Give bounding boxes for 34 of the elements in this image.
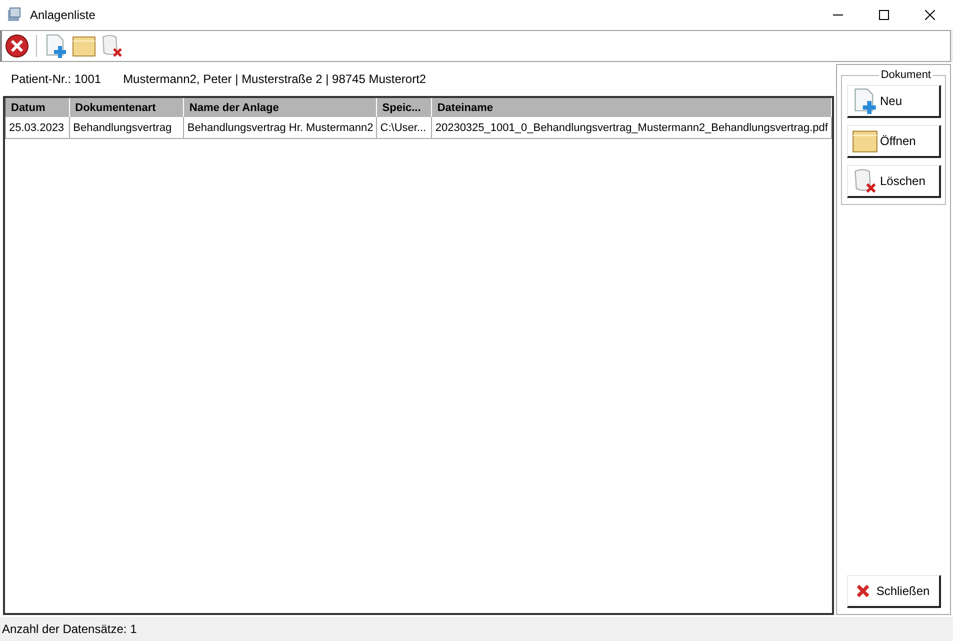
group-title: Dokument bbox=[880, 69, 932, 81]
new-tool-button[interactable] bbox=[44, 34, 68, 58]
column-header[interactable]: Speic... bbox=[376, 98, 432, 117]
delete-document-icon bbox=[100, 34, 124, 58]
close-icon[interactable] bbox=[925, 10, 935, 20]
table-cell: 20230325_1001_0_Behandlungsvertrag_Mustermann2_Behandlungsvertrag.pdf bbox=[432, 117, 832, 138]
delete-document-icon bbox=[852, 168, 878, 194]
table-cell: 25.03.2023 bbox=[6, 117, 70, 138]
close-tool-button[interactable] bbox=[5, 34, 29, 58]
table-cell: C:\User... bbox=[376, 117, 432, 138]
close-icon bbox=[856, 584, 870, 598]
column-header[interactable]: Dateiname bbox=[432, 98, 832, 117]
delete-button[interactable]: Löschen bbox=[847, 165, 941, 198]
folder-icon bbox=[72, 34, 96, 58]
patient-number: Patient-Nr.: 1001 bbox=[11, 72, 102, 86]
window-title: Anlagenliste bbox=[30, 8, 96, 22]
column-header[interactable]: Datum bbox=[6, 98, 70, 117]
new-document-icon bbox=[44, 34, 68, 58]
close-dialog-button[interactable]: Schließen bbox=[846, 575, 940, 608]
new-button[interactable]: Neu bbox=[847, 85, 941, 118]
record-count: Anzahl der Datensätze: 1 bbox=[2, 622, 137, 636]
folder-icon bbox=[852, 128, 878, 154]
app-icon bbox=[6, 7, 22, 23]
column-header[interactable]: Name der Anlage bbox=[184, 98, 377, 117]
open-button[interactable]: Öffnen bbox=[847, 125, 941, 158]
new-document-icon bbox=[852, 88, 878, 114]
delete-tool-button[interactable] bbox=[100, 34, 124, 58]
open-tool-button[interactable] bbox=[72, 34, 96, 58]
table-cell: Behandlungsvertrag Hr. Mustermann2 bbox=[184, 117, 377, 138]
patient-details: Mustermann2, Peter | Musterstraße 2 | 98745 Musterort2 bbox=[123, 72, 426, 86]
maximize-icon[interactable] bbox=[879, 10, 889, 20]
close-icon bbox=[5, 34, 29, 58]
table-cell: Behandlungsvertrag bbox=[70, 117, 184, 138]
column-header[interactable]: Dokumentenart bbox=[70, 98, 184, 117]
